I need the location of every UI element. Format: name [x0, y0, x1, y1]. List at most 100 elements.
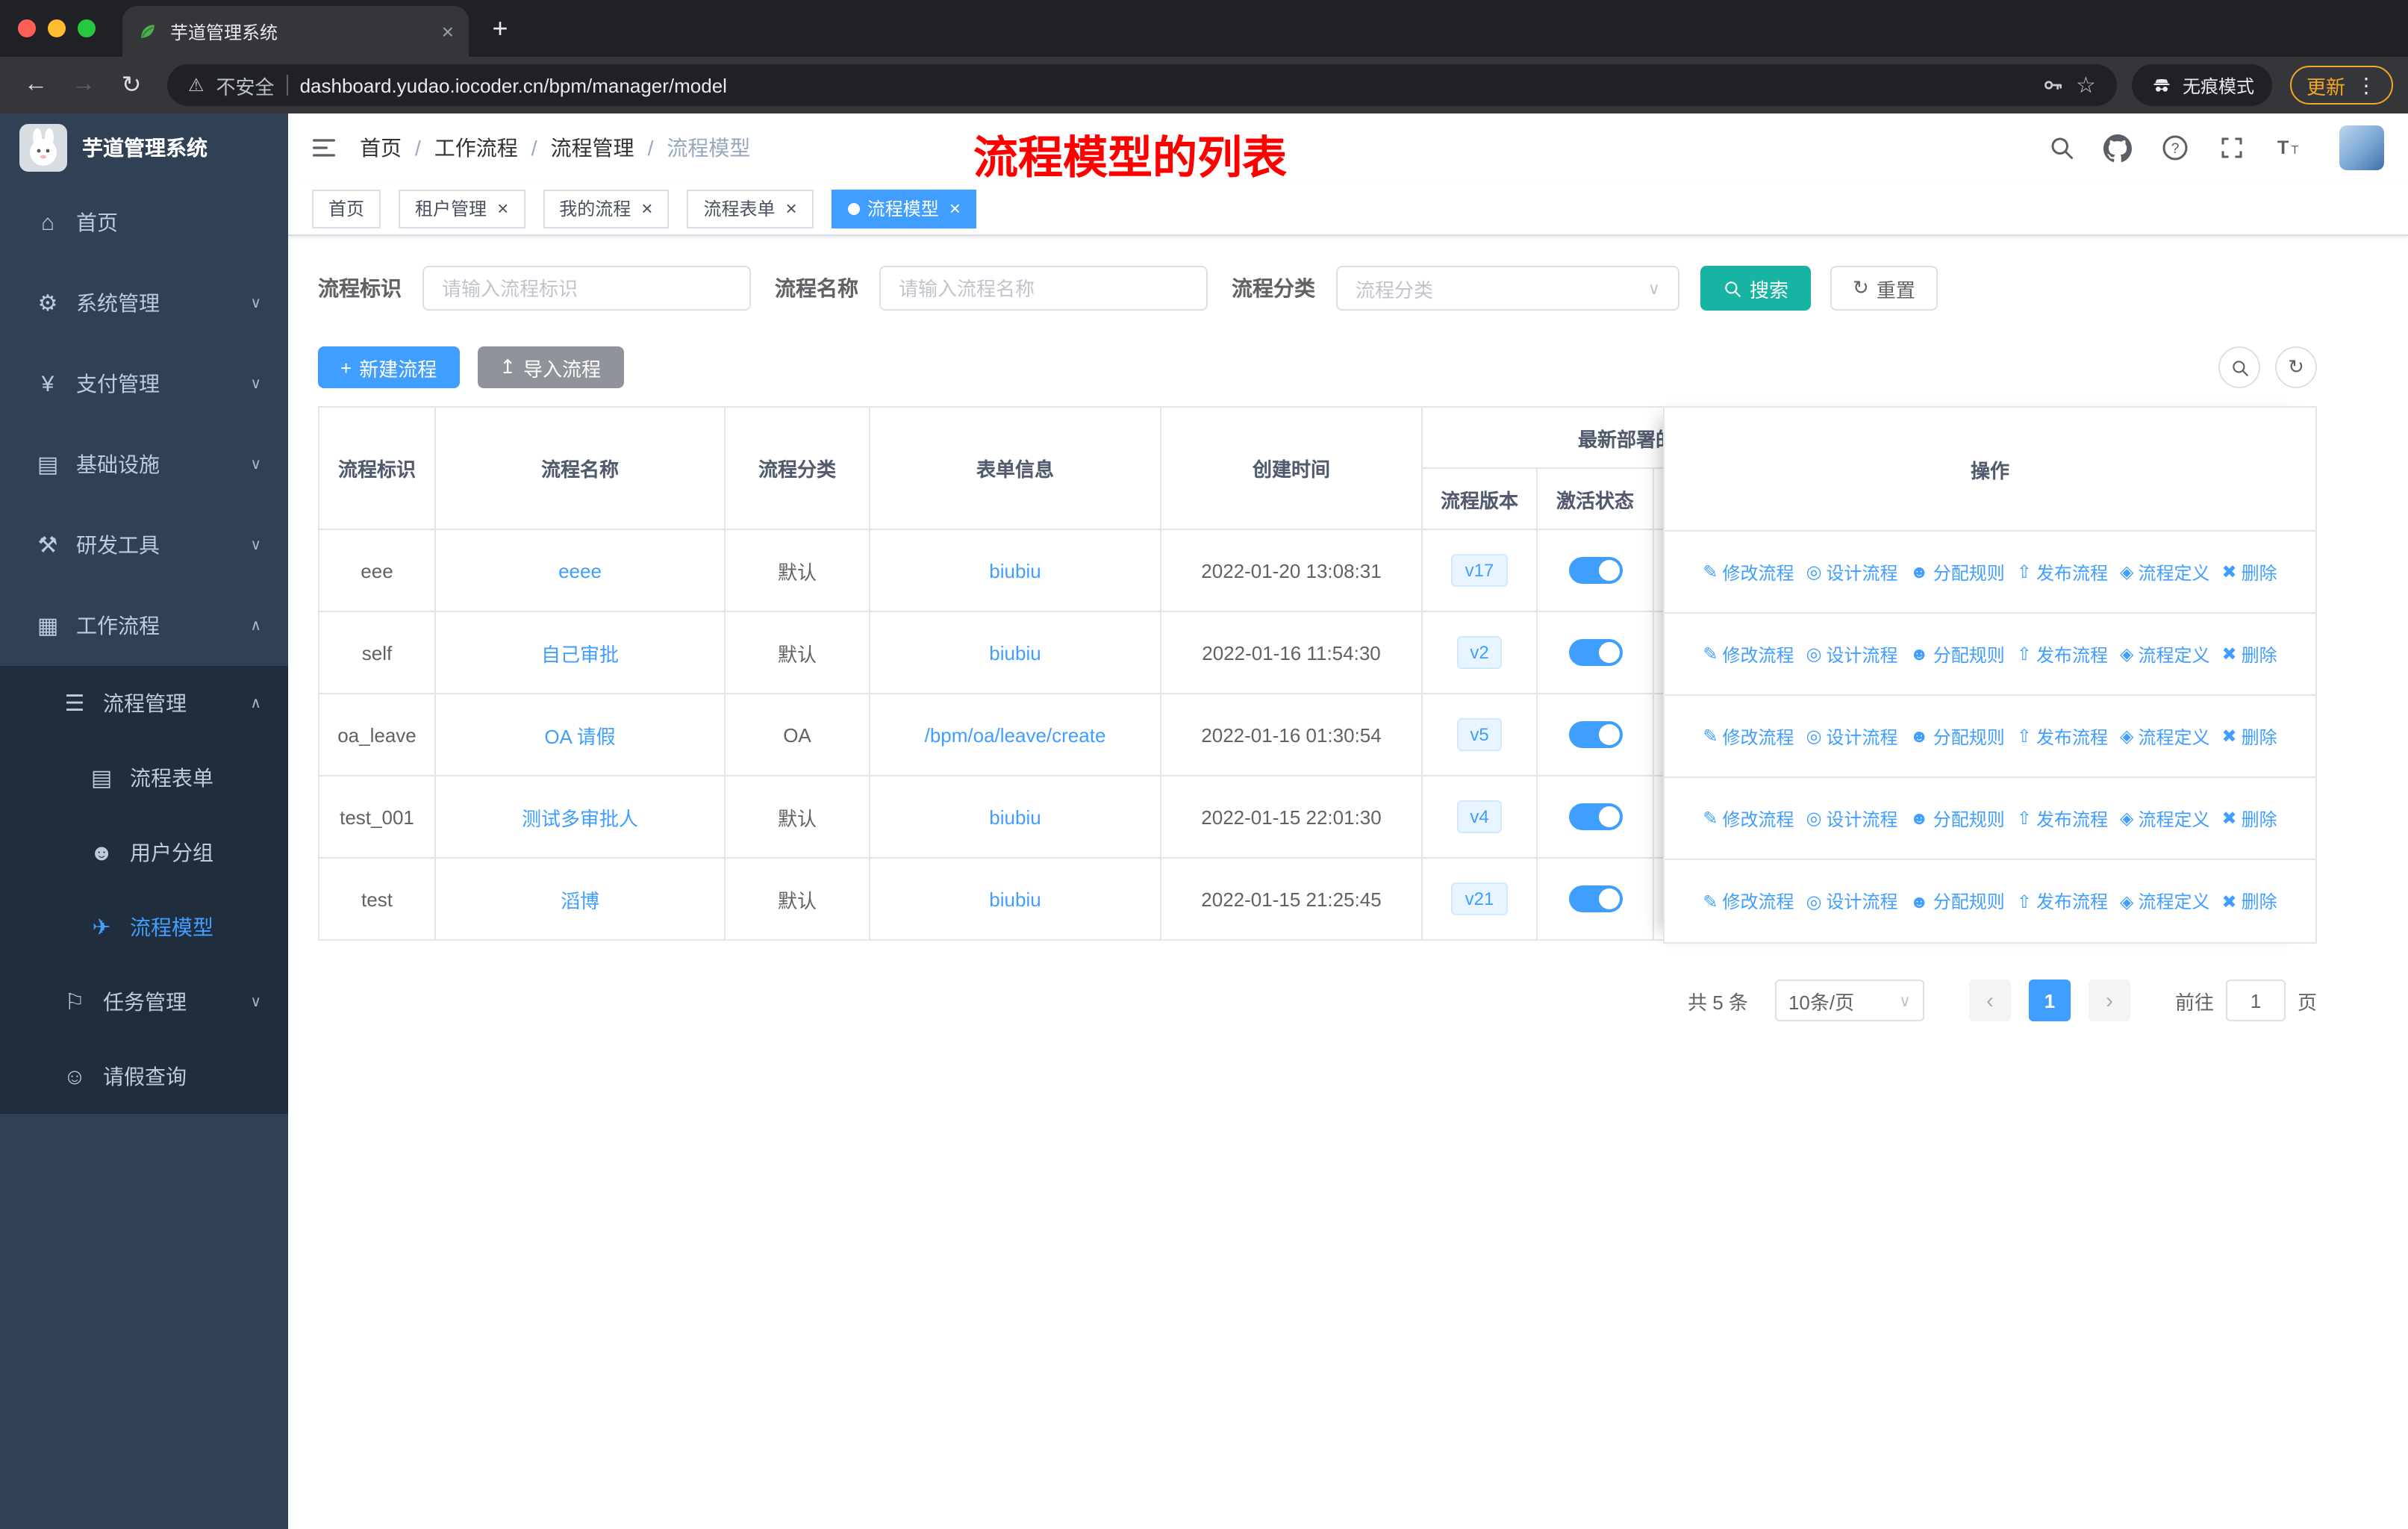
action-delete-link[interactable]: ✖ 删除	[2221, 559, 2277, 585]
action-publish-link[interactable]: ⇧ 发布流程	[2017, 641, 2108, 667]
action-design-link[interactable]: ◎ 设计流程	[1806, 806, 1898, 831]
action-definition-link[interactable]: ◈ 流程定义	[2120, 559, 2210, 585]
action-publish-link[interactable]: ⇧ 发布流程	[2017, 559, 2108, 585]
action-assign-link[interactable]: ☻ 分配规则	[1910, 559, 2005, 585]
form-link[interactable]: /bpm/oa/leave/create	[925, 723, 1106, 746]
next-page-button[interactable]: ›	[2088, 980, 2130, 1021]
create-process-button[interactable]: + 新建流程	[318, 346, 460, 388]
active-toggle[interactable]	[1568, 885, 1622, 912]
sidebar-item[interactable]: ✈ 流程模型	[0, 890, 288, 965]
sidebar-item[interactable]: ▤ 流程表单	[0, 741, 288, 815]
page-1-button[interactable]: 1	[2028, 980, 2071, 1021]
process-name-link[interactable]: 滔博	[561, 889, 599, 912]
search-button[interactable]: 搜索	[1700, 266, 1812, 311]
action-design-link[interactable]: ◎ 设计流程	[1806, 559, 1898, 585]
tag-close-icon[interactable]: ×	[641, 197, 652, 219]
breadcrumb-item[interactable]: 流程管理	[551, 133, 634, 163]
update-button[interactable]: 更新 ⋮	[2289, 66, 2393, 105]
reset-button[interactable]: ↻ 重置	[1830, 266, 1938, 311]
forward-button[interactable]: →	[63, 64, 105, 106]
action-edit-link[interactable]: ✎ 修改流程	[1703, 641, 1794, 667]
action-assign-link[interactable]: ☻ 分配规则	[1910, 806, 2005, 831]
url-text[interactable]: dashboard.yudao.iocoder.cn/bpm/manager/m…	[300, 74, 2028, 96]
goto-page-input[interactable]	[2225, 980, 2286, 1021]
process-id-input[interactable]	[422, 266, 751, 311]
breadcrumb-item[interactable]: 流程模型	[667, 133, 750, 163]
action-edit-link[interactable]: ✎ 修改流程	[1703, 806, 1794, 831]
tag[interactable]: 我的流程 ×	[543, 189, 670, 228]
form-link[interactable]: biubiu	[989, 641, 1041, 664]
new-tab-button[interactable]: +	[478, 6, 523, 51]
sidebar-item[interactable]: ☻ 用户分组	[0, 815, 288, 890]
address-bar[interactable]: ⚠ 不安全 dashboard.yudao.iocoder.cn/bpm/man…	[167, 64, 2117, 106]
tab-close-icon[interactable]: ×	[442, 19, 454, 43]
form-link[interactable]: biubiu	[989, 806, 1041, 828]
action-delete-link[interactable]: ✖ 删除	[2221, 641, 2277, 667]
sidebar-item[interactable]: ⌂ 首页	[0, 182, 288, 263]
sidebar-item[interactable]: ☰ 流程管理 ∧	[0, 666, 288, 741]
sidebar-item[interactable]: ⚙ 系统管理 ∨	[0, 263, 288, 343]
action-delete-link[interactable]: ✖ 删除	[2221, 806, 2277, 831]
action-delete-link[interactable]: ✖ 删除	[2221, 888, 2277, 914]
active-toggle[interactable]	[1568, 721, 1622, 748]
action-assign-link[interactable]: ☻ 分配规则	[1910, 723, 2005, 749]
hamburger-icon[interactable]	[288, 113, 360, 182]
process-name-input[interactable]	[879, 266, 1208, 311]
form-link[interactable]: biubiu	[989, 559, 1041, 582]
sidebar-item[interactable]: ⚐ 任务管理 ∨	[0, 965, 288, 1039]
action-edit-link[interactable]: ✎ 修改流程	[1703, 559, 1794, 585]
window-close-button[interactable]	[18, 19, 36, 37]
sidebar-logo[interactable]: 芋道管理系统	[0, 113, 288, 182]
reload-button[interactable]: ↻	[110, 64, 152, 106]
sidebar-item[interactable]: ▤ 基础设施 ∨	[0, 424, 288, 505]
toggle-search-button[interactable]	[2218, 346, 2260, 388]
action-design-link[interactable]: ◎ 设计流程	[1806, 641, 1898, 667]
breadcrumb-item[interactable]: 工作流程	[434, 133, 518, 163]
tag[interactable]: 首页	[312, 189, 381, 228]
security-label[interactable]: 不安全	[216, 71, 275, 99]
action-design-link[interactable]: ◎ 设计流程	[1806, 888, 1898, 914]
action-delete-link[interactable]: ✖ 删除	[2221, 723, 2277, 749]
refresh-button[interactable]: ↻	[2275, 346, 2317, 388]
window-zoom-button[interactable]	[78, 19, 96, 37]
avatar[interactable]	[2339, 125, 2384, 170]
sidebar-item[interactable]: ¥ 支付管理 ∨	[0, 343, 288, 424]
tag[interactable]: 流程表单 ×	[687, 189, 814, 228]
prev-page-button[interactable]: ‹	[1968, 980, 2011, 1021]
action-edit-link[interactable]: ✎ 修改流程	[1703, 723, 1794, 749]
bookmark-star-icon[interactable]: ☆	[2076, 72, 2096, 99]
browser-tab[interactable]: 芋道管理系统 ×	[122, 6, 469, 57]
github-icon[interactable]	[2103, 134, 2132, 162]
page-size-select[interactable]: 10条/页 ∨	[1774, 980, 1924, 1021]
sidebar-item[interactable]: ☺ 请假查询	[0, 1039, 288, 1114]
tag-close-icon[interactable]: ×	[786, 197, 797, 219]
breadcrumb-item[interactable]: 首页	[360, 133, 402, 163]
action-publish-link[interactable]: ⇧ 发布流程	[2017, 723, 2108, 749]
tag-close-icon[interactable]: ×	[497, 197, 508, 219]
active-toggle[interactable]	[1568, 639, 1622, 666]
font-size-icon[interactable]	[2274, 134, 2302, 162]
sidebar-item[interactable]: ⚒ 研发工具 ∨	[0, 505, 288, 585]
active-toggle[interactable]	[1568, 557, 1622, 584]
back-button[interactable]: ←	[15, 64, 57, 106]
tag[interactable]: 流程模型 ×	[831, 189, 977, 228]
category-select[interactable]: 流程分类 ∨	[1336, 266, 1679, 311]
fullscreen-icon[interactable]	[2217, 134, 2245, 162]
action-assign-link[interactable]: ☻ 分配规则	[1910, 641, 2005, 667]
tag-close-icon[interactable]: ×	[949, 197, 961, 219]
action-design-link[interactable]: ◎ 设计流程	[1806, 723, 1898, 749]
action-edit-link[interactable]: ✎ 修改流程	[1703, 888, 1794, 914]
menu-dots-icon[interactable]: ⋮	[2356, 72, 2377, 98]
key-icon[interactable]	[2040, 73, 2064, 97]
process-name-link[interactable]: 自己审批	[541, 643, 619, 665]
form-link[interactable]: biubiu	[989, 888, 1041, 910]
action-definition-link[interactable]: ◈ 流程定义	[2120, 888, 2210, 914]
import-process-button[interactable]: ↥ 导入流程	[477, 346, 624, 388]
action-assign-link[interactable]: ☻ 分配规则	[1910, 888, 2005, 914]
search-icon[interactable]	[2047, 134, 2075, 162]
active-toggle[interactable]	[1568, 803, 1622, 830]
action-publish-link[interactable]: ⇧ 发布流程	[2017, 888, 2108, 914]
process-name-link[interactable]: 测试多审批人	[522, 807, 638, 829]
action-definition-link[interactable]: ◈ 流程定义	[2120, 641, 2210, 667]
action-definition-link[interactable]: ◈ 流程定义	[2120, 806, 2210, 831]
